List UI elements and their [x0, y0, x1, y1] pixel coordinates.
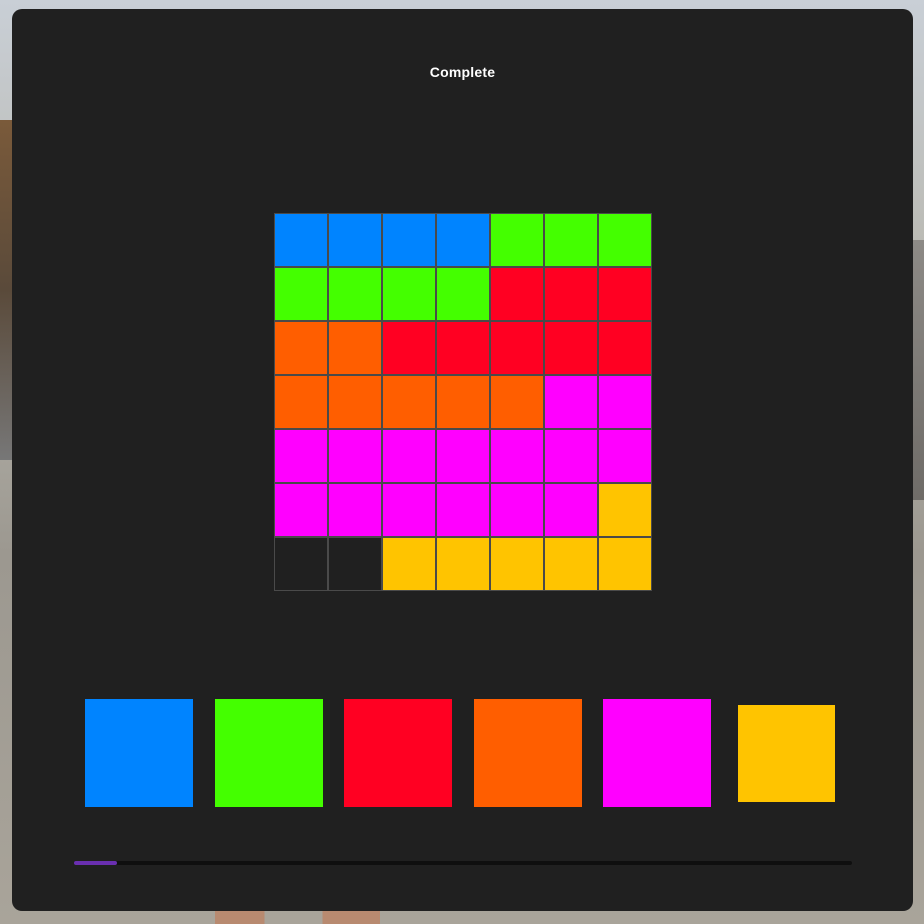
grid-cell-red[interactable]: [490, 321, 544, 375]
minigame-panel: Complete: [12, 9, 913, 911]
grid-cell-yellow[interactable]: [598, 537, 652, 591]
grid-cell-magenta[interactable]: [274, 429, 328, 483]
grid-cell-magenta[interactable]: [490, 429, 544, 483]
grid-cell-empty[interactable]: [274, 537, 328, 591]
grid-cell-green[interactable]: [490, 213, 544, 267]
grid-cell-green[interactable]: [382, 267, 436, 321]
grid-cell-yellow[interactable]: [598, 483, 652, 537]
grid-cell-orange[interactable]: [490, 375, 544, 429]
grid-cell-magenta[interactable]: [382, 483, 436, 537]
grid-cell-green[interactable]: [274, 267, 328, 321]
grid-cell-magenta[interactable]: [328, 429, 382, 483]
palette-swatch-blue[interactable]: [85, 699, 193, 807]
grid-cell-red[interactable]: [436, 321, 490, 375]
grid-cell-yellow[interactable]: [544, 537, 598, 591]
color-grid: [274, 213, 652, 591]
grid-cell-blue[interactable]: [328, 213, 382, 267]
grid-cell-orange[interactable]: [436, 375, 490, 429]
grid-cell-magenta[interactable]: [274, 483, 328, 537]
grid-cell-magenta[interactable]: [598, 375, 652, 429]
palette-swatch-orange[interactable]: [473, 699, 582, 807]
grid-cell-empty[interactable]: [328, 537, 382, 591]
grid-cell-orange[interactable]: [382, 375, 436, 429]
grid-cell-magenta[interactable]: [436, 429, 490, 483]
palette-swatch-green[interactable]: [214, 699, 323, 807]
grid-cell-magenta[interactable]: [490, 483, 544, 537]
grid-cell-orange[interactable]: [328, 321, 382, 375]
palette-swatch-red[interactable]: [344, 699, 452, 807]
grid-cell-yellow[interactable]: [490, 537, 544, 591]
grid-cell-green[interactable]: [598, 213, 652, 267]
grid-cell-magenta[interactable]: [598, 429, 652, 483]
grid-cell-blue[interactable]: [274, 213, 328, 267]
grid-cell-orange[interactable]: [328, 375, 382, 429]
palette-swatch-yellow[interactable]: [738, 704, 835, 802]
grid-cell-red[interactable]: [544, 267, 598, 321]
palette-swatch-magenta[interactable]: [603, 699, 711, 807]
grid-cell-magenta[interactable]: [436, 483, 490, 537]
grid-cell-magenta[interactable]: [544, 483, 598, 537]
grid-cell-orange[interactable]: [274, 375, 328, 429]
timer-progress-fill: [74, 861, 117, 865]
grid-cell-green[interactable]: [436, 267, 490, 321]
grid-cell-blue[interactable]: [436, 213, 490, 267]
grid-cell-green[interactable]: [544, 213, 598, 267]
grid-cell-red[interactable]: [382, 321, 436, 375]
color-palette: [12, 699, 913, 807]
grid-cell-red[interactable]: [598, 267, 652, 321]
grid-cell-red[interactable]: [544, 321, 598, 375]
grid-cell-magenta[interactable]: [544, 429, 598, 483]
timer-progress-bar: [74, 861, 852, 865]
grid-cell-red[interactable]: [598, 321, 652, 375]
status-title: Complete: [429, 64, 496, 80]
grid-cell-green[interactable]: [328, 267, 382, 321]
grid-cell-magenta[interactable]: [544, 375, 598, 429]
grid-cell-blue[interactable]: [382, 213, 436, 267]
grid-cell-yellow[interactable]: [382, 537, 436, 591]
grid-cell-yellow[interactable]: [436, 537, 490, 591]
grid-cell-magenta[interactable]: [382, 429, 436, 483]
grid-cell-red[interactable]: [490, 267, 544, 321]
grid-cell-orange[interactable]: [274, 321, 328, 375]
grid-cell-magenta[interactable]: [328, 483, 382, 537]
